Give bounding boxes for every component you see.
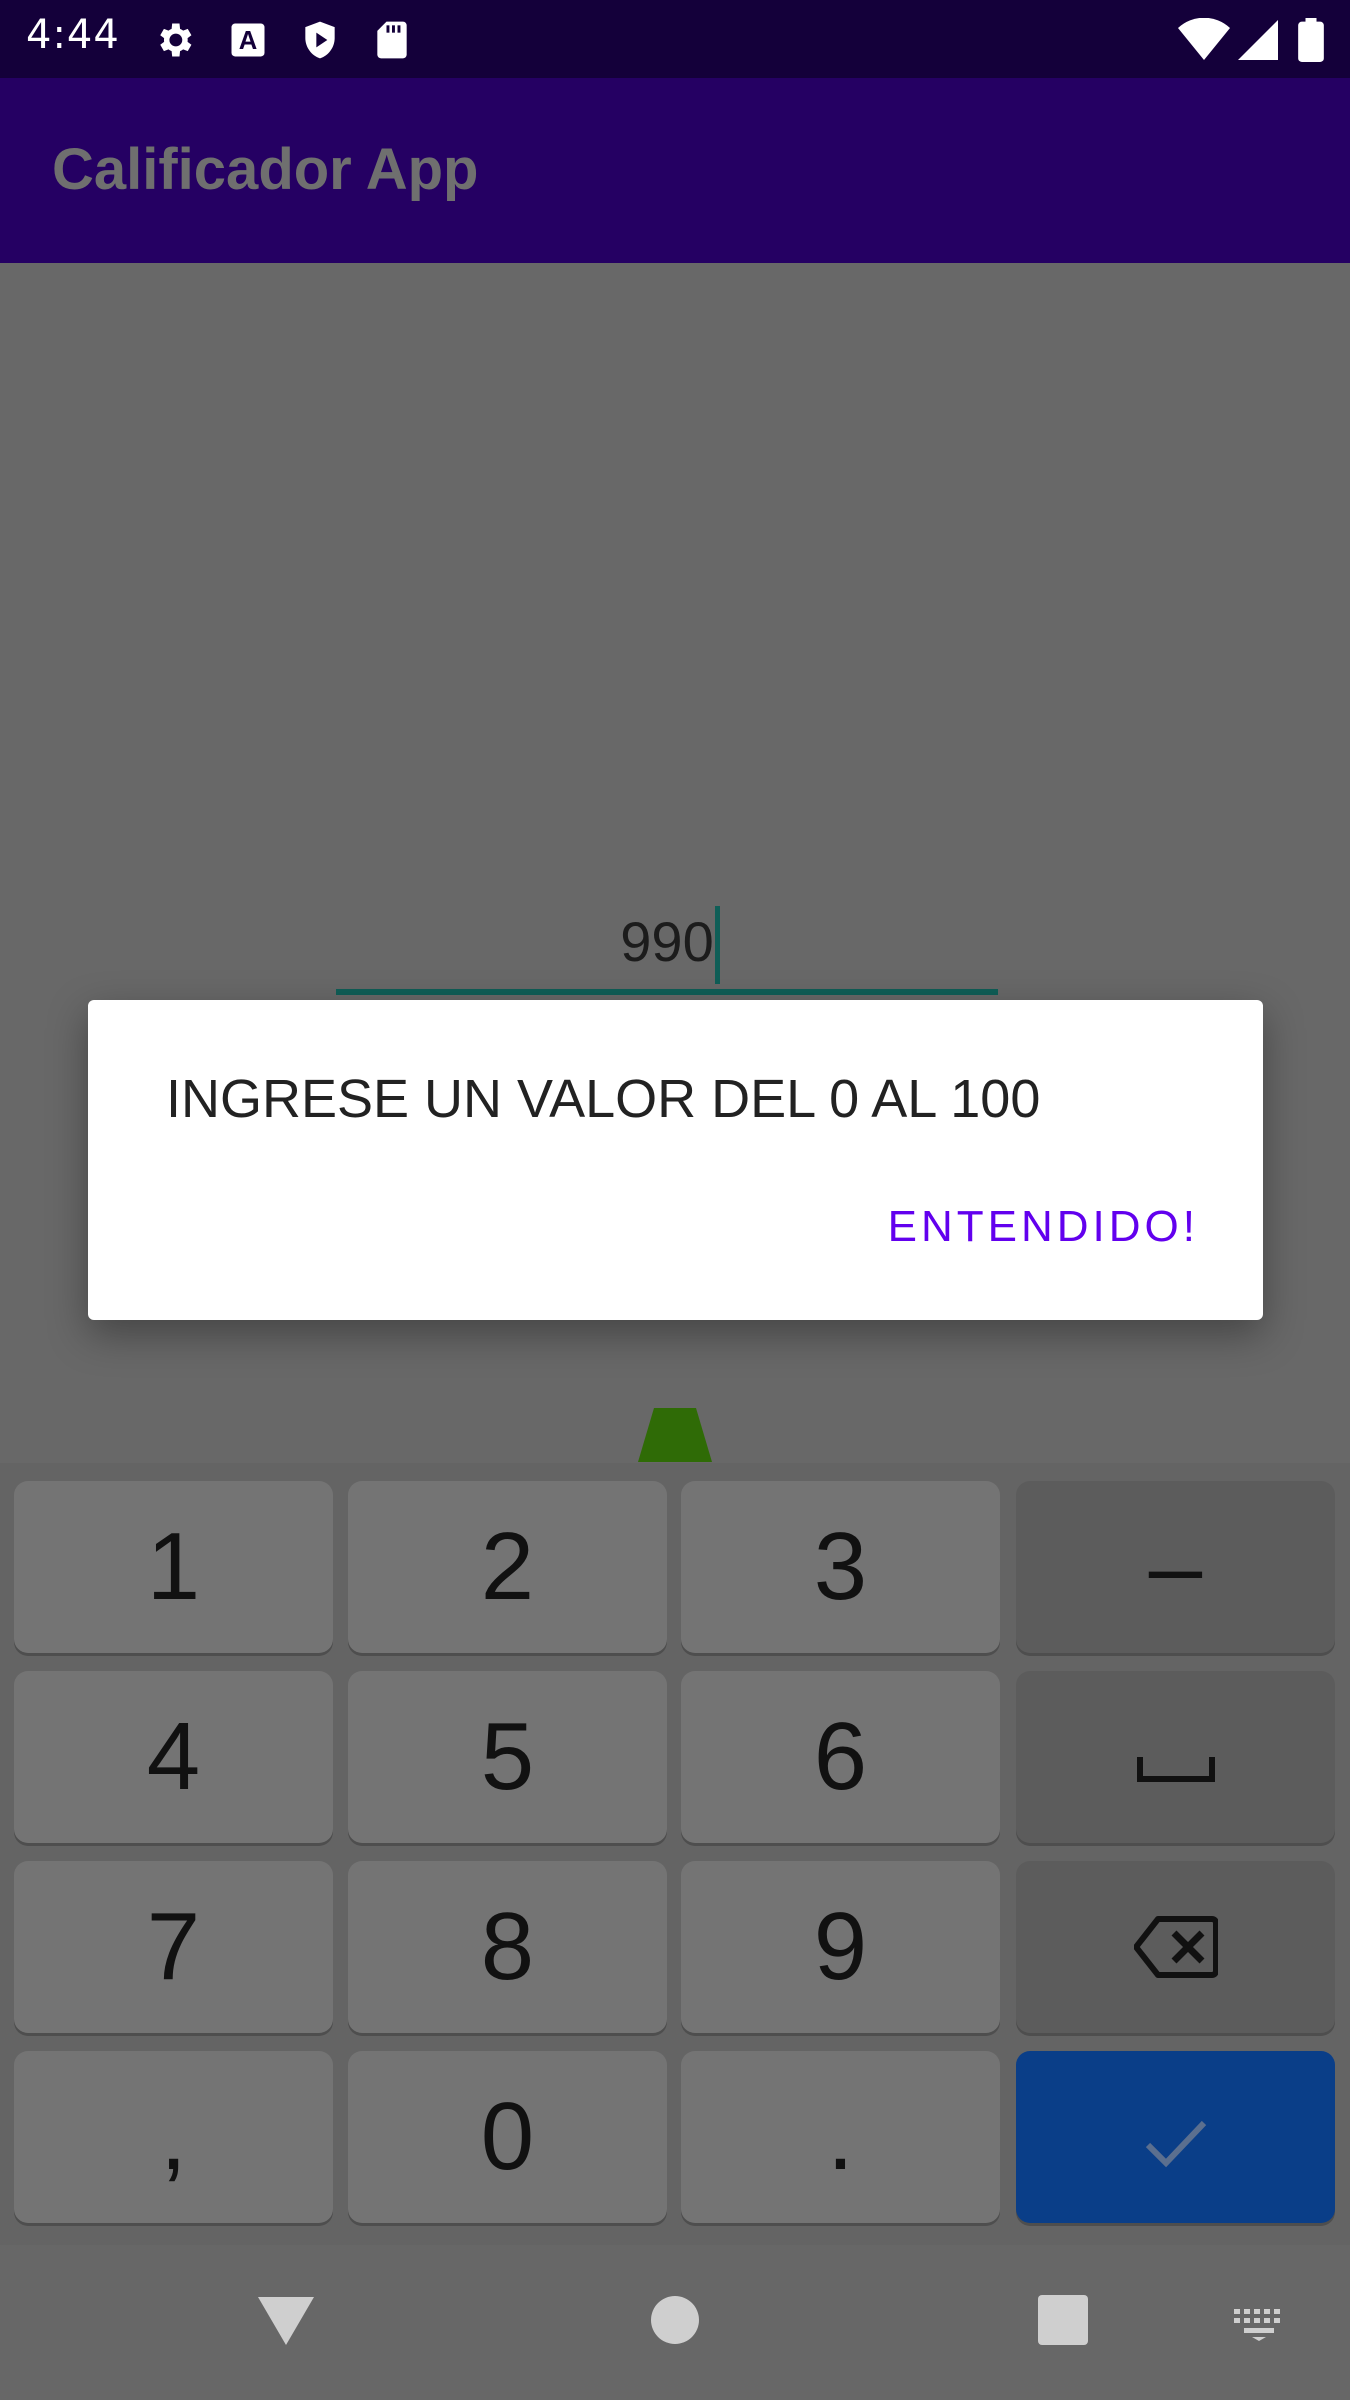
key-2[interactable]: 2 bbox=[348, 1481, 667, 1653]
grade-input[interactable]: 990 bbox=[336, 895, 998, 995]
numeric-keyboard: 1 2 3 – 4 5 6 7 8 9 , 0 . bbox=[0, 1463, 1350, 2245]
key-period[interactable]: . bbox=[681, 2051, 1000, 2223]
recents-icon[interactable] bbox=[1038, 2295, 1088, 2345]
key-backspace[interactable] bbox=[1016, 1861, 1335, 2033]
settings-icon bbox=[160, 23, 192, 57]
text-cursor bbox=[715, 906, 720, 984]
battery-icon bbox=[1298, 18, 1324, 62]
back-icon[interactable] bbox=[256, 2295, 316, 2347]
checkmark-icon bbox=[1145, 2120, 1206, 2168]
key-5[interactable]: 5 bbox=[348, 1671, 667, 1843]
home-icon[interactable] bbox=[650, 2295, 700, 2345]
key-1[interactable]: 1 bbox=[14, 1481, 333, 1653]
dialog-message: INGRESE UN VALOR DEL 0 AL 100 bbox=[166, 1069, 1041, 1129]
svg-text:A: A bbox=[239, 27, 258, 55]
space-icon bbox=[1136, 1757, 1215, 1782]
wifi-icon bbox=[1178, 18, 1230, 60]
key-minus[interactable]: – bbox=[1016, 1481, 1335, 1653]
key-9[interactable]: 9 bbox=[681, 1861, 1000, 2033]
backspace-icon bbox=[1132, 1916, 1219, 1978]
dialog-ok-button[interactable]: ENTENDIDO! bbox=[888, 1202, 1199, 1252]
key-0[interactable]: 0 bbox=[348, 2051, 667, 2223]
key-comma[interactable]: , bbox=[14, 2051, 333, 2223]
app-title: Calificador App bbox=[52, 137, 479, 202]
navigation-bar bbox=[0, 2245, 1350, 2400]
status-time: 4:44 bbox=[26, 12, 120, 58]
screen: 4:44 A Calificador App 990 INGRESE UN VA… bbox=[0, 0, 1350, 2400]
key-done[interactable] bbox=[1016, 2051, 1335, 2223]
cursor-handle-icon[interactable] bbox=[638, 1408, 712, 1462]
alert-dialog: INGRESE UN VALOR DEL 0 AL 100 ENTENDIDO! bbox=[88, 1000, 1263, 1320]
grade-input-value: 990 bbox=[620, 910, 714, 973]
key-6[interactable]: 6 bbox=[681, 1671, 1000, 1843]
status-bar: 4:44 A bbox=[0, 0, 1350, 78]
key-7[interactable]: 7 bbox=[14, 1861, 333, 2033]
sd-card-icon bbox=[377, 21, 407, 59]
keyboard-switch-icon[interactable] bbox=[1232, 2307, 1286, 2341]
key-8[interactable]: 8 bbox=[348, 1861, 667, 2033]
key-space[interactable] bbox=[1016, 1671, 1335, 1843]
a-icon: A bbox=[231, 23, 265, 57]
key-4[interactable]: 4 bbox=[14, 1671, 333, 1843]
signal-icon bbox=[1238, 20, 1278, 60]
key-3[interactable]: 3 bbox=[681, 1481, 1000, 1653]
shield-play-icon bbox=[305, 21, 335, 59]
